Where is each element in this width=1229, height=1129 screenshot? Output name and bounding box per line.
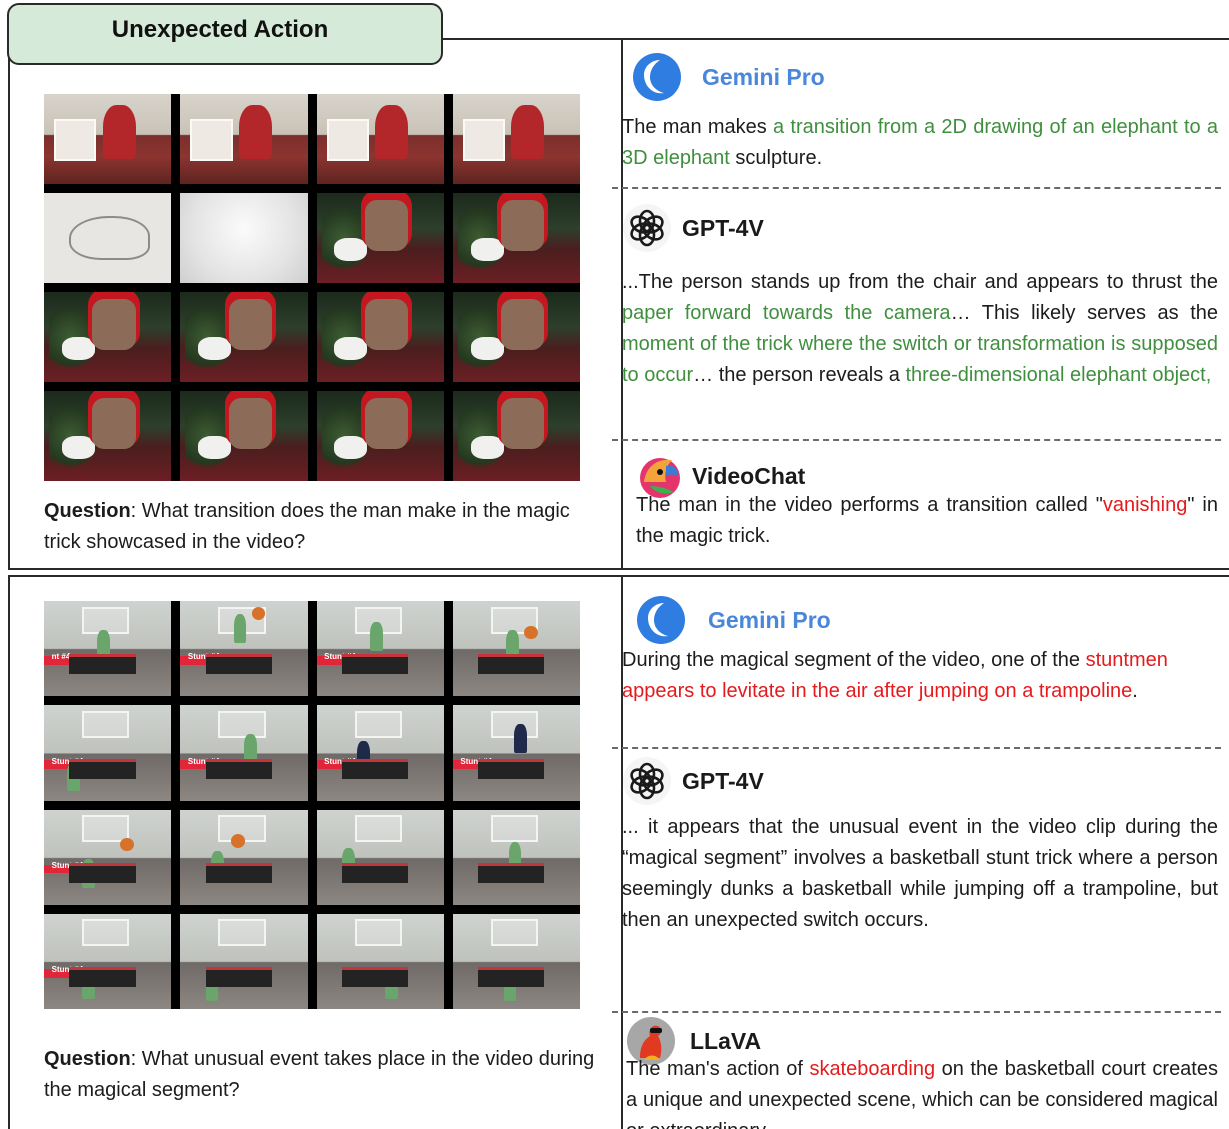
wrong-highlight: skateboarding (809, 1058, 936, 1080)
video-frame (316, 292, 444, 382)
video-frame (44, 292, 172, 382)
video-frame (180, 292, 308, 382)
model-name: LLaVA (690, 1027, 762, 1054)
video-frame (452, 601, 580, 697)
response-gemini-2: Gemini Pro During the magical segment of… (622, 595, 1218, 707)
video-frame (452, 913, 580, 1009)
response-gpt4v-2: GPT-4V ... it appears that the unusual e… (622, 756, 1218, 936)
wrong-highlight: vanishing (1102, 494, 1188, 516)
dashed-separator (612, 1011, 1221, 1013)
openai-logo-icon (623, 757, 671, 805)
correct-highlight: paper forward towards the camera (622, 302, 951, 324)
video-frame (316, 94, 444, 184)
video-frame (180, 391, 308, 481)
section-tab: Unexpected Action (7, 3, 443, 65)
model-name: GPT-4V (682, 767, 764, 794)
model-name: GPT-4V (682, 214, 764, 241)
video-frame (44, 391, 172, 481)
gemini-logo-icon (633, 53, 681, 101)
video-frame: Stunt #4 (44, 809, 172, 905)
response-text: ...The person stands up from the chair a… (622, 271, 1219, 386)
response-text: The man's action of skateboarding on the… (626, 1058, 1218, 1129)
question: Question: What unusual event takes place… (44, 1044, 604, 1106)
video-frame: Stunt #4 (180, 601, 308, 697)
response-videochat-1: VideoChat The man in the video performs … (622, 452, 1218, 552)
video-frame (44, 94, 172, 184)
question-label: Question (44, 1048, 131, 1070)
video-frame (452, 391, 580, 481)
response-llava-2: LLaVA The man's action of skateboarding … (622, 1016, 1218, 1129)
video-frame: Stunt #4 (180, 705, 308, 801)
video-frame: Stunt #4 (316, 601, 444, 697)
model-name: VideoChat (692, 462, 806, 489)
video-frame (316, 391, 444, 481)
video-frame: nt #4 (44, 601, 172, 697)
video-frame (316, 913, 444, 1009)
video-frame (452, 193, 580, 283)
video-frame (180, 94, 308, 184)
model-name: Gemini Pro (708, 606, 831, 633)
video-frame (180, 809, 308, 905)
video-frame (180, 913, 308, 1009)
video-frame (316, 193, 444, 283)
video-frame (452, 292, 580, 382)
gemini-logo-icon (637, 596, 685, 644)
video-frame (316, 809, 444, 905)
video-frame (44, 193, 172, 283)
question-label: Question (44, 500, 131, 522)
video-frame (452, 809, 580, 905)
dashed-separator (612, 439, 1221, 441)
video-frame (180, 193, 308, 283)
correct-highlight: three-dimensional elephant object, (905, 364, 1212, 386)
dashed-separator (612, 747, 1221, 749)
video-frame: Stunt #4 (44, 913, 172, 1009)
response-text: The man makes a transition from a 2D dra… (622, 116, 1218, 169)
openai-logo-icon (623, 204, 671, 252)
video-frame-grid: nt #4 Stunt #4 Stunt #4 Stunt #4 Stunt #… (44, 601, 580, 1009)
video-frame: Stunt #4 (452, 705, 580, 801)
response-gemini-1: Gemini Pro The man makes a transition fr… (622, 52, 1218, 174)
response-text: The man in the video performs a transiti… (636, 494, 1218, 547)
response-gpt4v-1: GPT-4V ...The person stands up from the … (622, 203, 1218, 391)
video-frame (452, 94, 580, 184)
video-frame: Stunt #4 (44, 705, 172, 801)
section-title: Unexpected Action (111, 16, 329, 43)
dashed-separator (612, 187, 1221, 189)
model-name: Gemini Pro (702, 63, 825, 90)
question: Question: What transition does the man m… (44, 496, 604, 558)
response-text: ... it appears that the unusual event in… (622, 816, 1218, 931)
video-frame-grid (44, 94, 580, 481)
response-text: During the magical segment of the video,… (622, 649, 1168, 702)
video-frame: Stunt #4 (316, 705, 444, 801)
